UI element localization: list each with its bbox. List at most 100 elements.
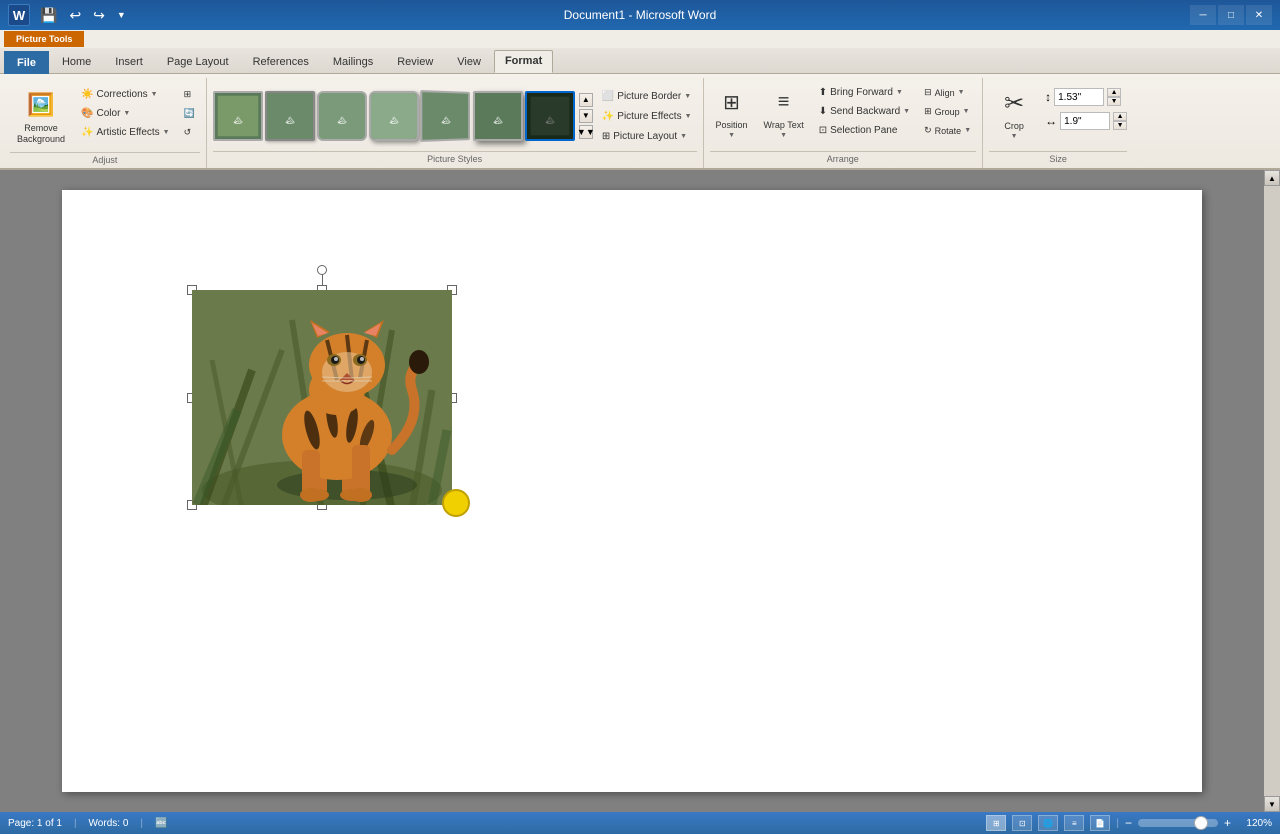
scroll-up-button[interactable]: ▲ bbox=[1264, 170, 1280, 186]
tiger-image[interactable] bbox=[192, 290, 452, 505]
pic-style-7[interactable]: 🏔 bbox=[525, 91, 575, 141]
tab-insert[interactable]: Insert bbox=[104, 51, 154, 73]
resize-cursor-indicator[interactable] bbox=[442, 489, 470, 517]
crop-button[interactable]: ✂ Crop ▼ bbox=[989, 82, 1039, 145]
tab-mailings[interactable]: Mailings bbox=[322, 51, 384, 73]
height-input[interactable] bbox=[1054, 88, 1104, 106]
redo-quick-btn[interactable]: ↪ bbox=[89, 5, 109, 26]
picture-border-label: Picture Border bbox=[617, 91, 681, 102]
send-backward-button[interactable]: ⬇ Send Backward ▼ bbox=[814, 103, 915, 120]
corrections-dropdown-icon: ▼ bbox=[151, 91, 158, 98]
color-dropdown-icon: ▼ bbox=[123, 110, 130, 117]
ribbon: 🖼️ RemoveBackground ☀️ Corrections ▼ 🎨 C… bbox=[0, 74, 1280, 170]
main-container: ▲ ▼ Page: 1 of 1 | Words: 0 | 🔤 ⊞ ⊡ 🌐 ≡ … bbox=[0, 170, 1280, 834]
print-layout-view-btn[interactable]: ⊞ bbox=[986, 815, 1006, 831]
undo-quick-btn[interactable]: ↩ bbox=[65, 5, 85, 26]
picture-layout-label: Picture Layout bbox=[613, 131, 677, 142]
group-button[interactable]: ⊞ Group ▼ bbox=[919, 103, 976, 120]
selection-pane-button[interactable]: ⊡ Selection Pane bbox=[814, 122, 915, 139]
zoom-thumb[interactable] bbox=[1194, 816, 1208, 830]
full-screen-view-btn[interactable]: ⊡ bbox=[1012, 815, 1032, 831]
zoom-slider[interactable] bbox=[1138, 819, 1218, 827]
height-icon: ↕ bbox=[1045, 90, 1051, 104]
size-group-label: Size bbox=[989, 151, 1127, 168]
picture-border-button[interactable]: ⬜ Picture Border ▼ bbox=[597, 88, 697, 105]
zoom-out-btn[interactable]: − bbox=[1125, 816, 1132, 830]
pic-style-3[interactable]: 🏔 bbox=[317, 91, 367, 141]
svg-text:🏔: 🏔 bbox=[337, 115, 346, 124]
status-separator-1: | bbox=[74, 818, 77, 829]
tab-format[interactable]: Format bbox=[494, 50, 553, 73]
change-picture-button[interactable]: 🔄 bbox=[179, 105, 200, 122]
tab-home[interactable]: Home bbox=[51, 51, 102, 73]
draft-view-btn[interactable]: 📄 bbox=[1090, 815, 1110, 831]
maximize-button[interactable]: □ bbox=[1218, 5, 1244, 25]
document-canvas[interactable] bbox=[0, 170, 1264, 812]
styles-scroll-up[interactable]: ▲ bbox=[579, 93, 593, 107]
customize-quick-btn[interactable]: ▼ bbox=[113, 8, 130, 22]
picture-layout-button[interactable]: ⊞ Picture Layout ▼ bbox=[597, 128, 697, 145]
compress-pictures-button[interactable]: ⊞ bbox=[179, 86, 200, 103]
size-group: ✂ Crop ▼ ↕ ▲ ▼ ↔ bbox=[983, 78, 1133, 168]
artistic-effects-dropdown-icon: ▼ bbox=[163, 129, 170, 136]
pic-style-4[interactable]: 🏔 bbox=[369, 91, 419, 141]
pic-style-1[interactable]: 🏔 bbox=[213, 91, 263, 141]
width-input[interactable] bbox=[1060, 112, 1110, 130]
rotate-button[interactable]: ↻ Rotate ▼ bbox=[919, 122, 976, 139]
styles-scroll-more[interactable]: ▼▼ bbox=[579, 125, 593, 139]
rotate-handle[interactable] bbox=[317, 265, 327, 275]
content-area: ▲ ▼ bbox=[0, 170, 1280, 812]
group-icon: ⊞ bbox=[924, 106, 932, 117]
bring-forward-button[interactable]: ⬆ Bring Forward ▼ bbox=[814, 84, 915, 101]
position-button[interactable]: ⊞ Position ▼ bbox=[710, 82, 754, 143]
picture-tools-strip: Picture Tools bbox=[0, 30, 1280, 48]
crop-label: Crop bbox=[1004, 121, 1024, 131]
width-decrement[interactable]: ▼ bbox=[1113, 121, 1127, 130]
picture-effects-icon: ✨ bbox=[602, 111, 614, 122]
artistic-effects-icon: ✨ bbox=[81, 127, 93, 138]
tab-view[interactable]: View bbox=[446, 51, 492, 73]
styles-scroll-down[interactable]: ▼ bbox=[579, 109, 593, 123]
compress-icon: ⊞ bbox=[184, 89, 192, 100]
reset-picture-button[interactable]: ↺ bbox=[179, 124, 200, 141]
tab-file[interactable]: File bbox=[4, 51, 49, 74]
align-button[interactable]: ⊟ Align ▼ bbox=[919, 84, 976, 101]
selected-image-container[interactable] bbox=[192, 290, 452, 505]
outline-view-btn[interactable]: ≡ bbox=[1064, 815, 1084, 831]
width-icon: ↔ bbox=[1045, 114, 1057, 128]
pic-style-2[interactable]: 🏔 bbox=[265, 91, 315, 141]
rotate-icon: ↻ bbox=[924, 125, 932, 136]
width-increment[interactable]: ▲ bbox=[1113, 112, 1127, 121]
scroll-down-button[interactable]: ▼ bbox=[1264, 796, 1280, 812]
svg-text:🏔: 🏔 bbox=[233, 115, 242, 124]
status-separator-2: | bbox=[140, 818, 143, 829]
picture-tools-context-label: Picture Tools bbox=[4, 31, 84, 47]
tab-review[interactable]: Review bbox=[386, 51, 444, 73]
close-button[interactable]: ✕ bbox=[1246, 5, 1272, 25]
arrange-group: ⊞ Position ▼ ≡ Wrap Text ▼ ⬆ Bring Forwa… bbox=[704, 78, 984, 168]
change-picture-icon: 🔄 bbox=[184, 108, 195, 119]
picture-layout-icon: ⊞ bbox=[602, 131, 610, 142]
width-input-row: ↔ ▲ ▼ bbox=[1045, 112, 1127, 130]
pic-style-6[interactable]: 🏔 bbox=[473, 91, 523, 141]
save-quick-btn[interactable]: 💾 bbox=[36, 5, 61, 26]
picture-effects-button[interactable]: ✨ Picture Effects ▼ bbox=[597, 108, 697, 125]
color-button[interactable]: 🎨 Color ▼ bbox=[76, 105, 175, 122]
picture-styles-group: 🏔 🏔 🏔 🏔 🏔 🏔 bbox=[207, 78, 704, 168]
pic-style-5[interactable]: 🏔 bbox=[420, 90, 470, 142]
corrections-button[interactable]: ☀️ Corrections ▼ bbox=[76, 86, 175, 103]
height-spinners: ▲ ▼ bbox=[1107, 88, 1121, 106]
window-controls: ─ □ ✕ bbox=[1190, 5, 1272, 25]
remove-background-button[interactable]: 🖼️ RemoveBackground bbox=[10, 84, 72, 150]
wrap-text-button[interactable]: ≡ Wrap Text ▼ bbox=[758, 82, 810, 143]
tab-references[interactable]: References bbox=[242, 51, 320, 73]
height-decrement[interactable]: ▼ bbox=[1107, 97, 1121, 106]
artistic-effects-button[interactable]: ✨ Artistic Effects ▼ bbox=[76, 124, 175, 141]
zoom-in-btn[interactable]: + bbox=[1224, 816, 1231, 830]
height-increment[interactable]: ▲ bbox=[1107, 88, 1121, 97]
minimize-button[interactable]: ─ bbox=[1190, 5, 1216, 25]
color-label: Color bbox=[97, 108, 121, 119]
web-layout-view-btn[interactable]: 🌐 bbox=[1038, 815, 1058, 831]
scroll-track-vertical[interactable] bbox=[1264, 186, 1280, 796]
tab-page-layout[interactable]: Page Layout bbox=[156, 51, 240, 73]
